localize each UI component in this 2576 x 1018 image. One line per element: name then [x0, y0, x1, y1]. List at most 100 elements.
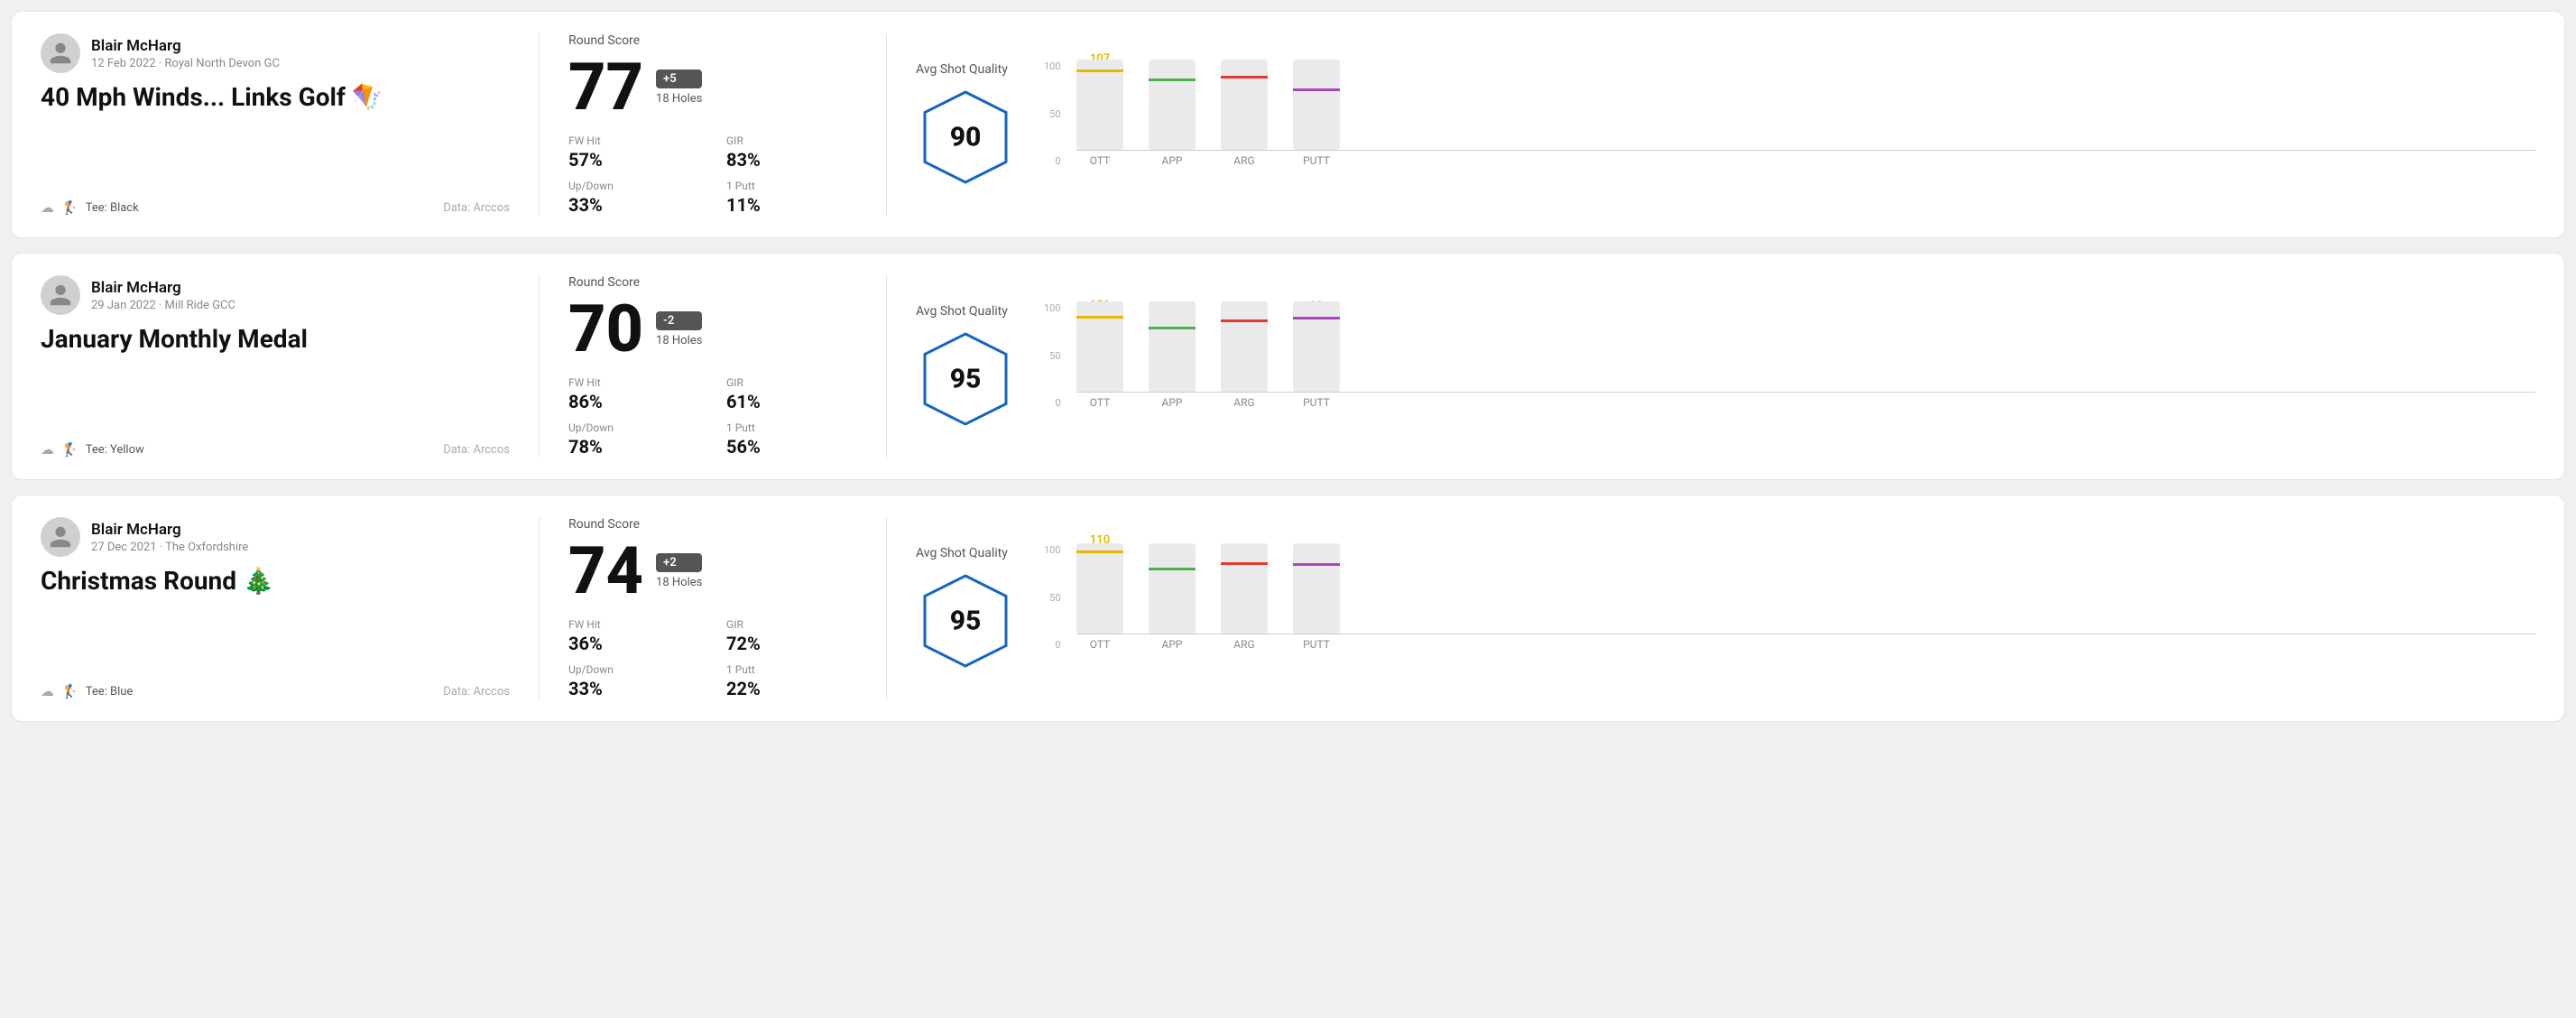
- bar-bg: [1293, 301, 1340, 392]
- bar-bg: [1149, 301, 1196, 392]
- bar-axis-label: OTT: [1076, 396, 1123, 409]
- y-label-0: 0: [1055, 397, 1060, 409]
- user-date: 12 Feb 2022 · Royal North Devon GC: [91, 57, 280, 70]
- gir-value: 83%: [726, 149, 857, 171]
- quality-section: Avg Shot Quality 95 100 50 0 110: [916, 517, 2535, 699]
- bar-fill: [1149, 568, 1196, 634]
- score-badge: -2 18 Holes: [656, 311, 702, 347]
- bar-bg: [1293, 60, 1340, 150]
- gir-label: GIR: [726, 618, 857, 631]
- card-left: Blair McHarg 29 Jan 2022 · Mill Ride GCC…: [41, 275, 510, 458]
- bar-bg: [1076, 543, 1123, 634]
- oneputt-value: 22%: [726, 678, 857, 699]
- chart-bar-group: 95: [1221, 543, 1268, 634]
- oneputt-label: 1 Putt: [726, 421, 857, 434]
- stats-grid: FW Hit 36% GIR 72% Up/Down 33% 1 Putt 22…: [568, 618, 857, 699]
- data-source: Data: Arccos: [443, 201, 510, 215]
- chart-bar-group: 99: [1293, 301, 1340, 392]
- bar-bg: [1221, 301, 1268, 392]
- gir-label: GIR: [726, 134, 857, 147]
- round-score-label: Round Score: [568, 275, 857, 290]
- user-name: Blair McHarg: [91, 279, 235, 297]
- divider-2: [886, 275, 887, 458]
- tee-label: Tee: Yellow: [86, 443, 144, 457]
- bar-axis-label: OTT: [1076, 638, 1123, 651]
- user-name: Blair McHarg: [91, 37, 280, 55]
- quality-left: Avg Shot Quality 95: [916, 304, 1015, 429]
- chart-bar-group: 82: [1293, 60, 1340, 150]
- divider-2: [886, 517, 887, 699]
- divider-1: [539, 275, 540, 458]
- card-footer: ☁ 🏌 Tee: Yellow Data: Arccos: [41, 441, 510, 458]
- hex-score: 95: [950, 606, 982, 637]
- score-row: 74 +2 18 Holes: [568, 539, 857, 604]
- gir-value: 61%: [726, 391, 857, 412]
- gir-value: 72%: [726, 633, 857, 654]
- bar-axis-label: APP: [1149, 396, 1196, 409]
- bar-fill: [1221, 76, 1268, 150]
- hex-score: 90: [950, 122, 982, 153]
- updown-stat: Up/Down 78%: [568, 421, 699, 458]
- updown-stat: Up/Down 33%: [568, 663, 699, 699]
- card-left: Blair McHarg 12 Feb 2022 · Royal North D…: [41, 33, 510, 216]
- bar-bg: [1221, 543, 1268, 634]
- bar-fill: [1221, 319, 1268, 392]
- stats-section: Round Score 77 +5 18 Holes FW Hit 57% GI…: [568, 33, 857, 216]
- bar-axis-label: ARG: [1221, 154, 1268, 167]
- bar-axis-label: ARG: [1221, 396, 1268, 409]
- quality-left: Avg Shot Quality 95: [916, 546, 1015, 671]
- round-card: Blair McHarg 29 Jan 2022 · Mill Ride GCC…: [11, 253, 2565, 480]
- bar-bg: [1149, 60, 1196, 150]
- stats-grid: FW Hit 86% GIR 61% Up/Down 78% 1 Putt 56…: [568, 376, 857, 458]
- quality-left: Avg Shot Quality 90: [916, 62, 1015, 187]
- chart-bar-group: 101: [1076, 301, 1123, 392]
- user-info: Blair McHarg 12 Feb 2022 · Royal North D…: [41, 33, 510, 73]
- user-icon: [48, 41, 73, 66]
- fw-hit-value: 36%: [568, 633, 699, 654]
- score-diff: +2: [656, 553, 702, 572]
- round-card: Blair McHarg 27 Dec 2021 · The Oxfordshi…: [11, 495, 2565, 722]
- quality-label: Avg Shot Quality: [916, 546, 1008, 560]
- tee-bag-icon: 🏌: [61, 683, 78, 699]
- chart-bar-group: 98: [1221, 60, 1268, 150]
- hexagon-container: 95: [916, 329, 1015, 429]
- bar-fill: [1076, 551, 1123, 634]
- avatar: [41, 517, 80, 557]
- updown-label: Up/Down: [568, 421, 699, 434]
- bar-axis-label: PUTT: [1293, 154, 1340, 167]
- data-source: Data: Arccos: [443, 443, 510, 457]
- y-label-0: 0: [1055, 639, 1060, 651]
- oneputt-value: 11%: [726, 194, 857, 216]
- y-label-50: 50: [1049, 350, 1060, 362]
- fw-hit-label: FW Hit: [568, 376, 699, 389]
- fw-hit-stat: FW Hit 86%: [568, 376, 699, 412]
- tee-label: Tee: Black: [86, 201, 139, 215]
- bar-fill: [1293, 88, 1340, 150]
- round-card: Blair McHarg 12 Feb 2022 · Royal North D…: [11, 11, 2565, 238]
- stats-section: Round Score 74 +2 18 Holes FW Hit 36% GI…: [568, 517, 857, 699]
- round-title: January Monthly Medal: [41, 324, 510, 354]
- bar-bg: [1293, 543, 1340, 634]
- gir-stat: GIR 61%: [726, 376, 857, 412]
- bar-fill: [1293, 317, 1340, 392]
- stats-grid: FW Hit 57% GIR 83% Up/Down 33% 1 Putt 11…: [568, 134, 857, 216]
- quality-section: Avg Shot Quality 90 100 50 0 107: [916, 33, 2535, 216]
- weather-icon: ☁: [41, 683, 54, 699]
- oneputt-label: 1 Putt: [726, 663, 857, 676]
- oneputt-value: 56%: [726, 436, 857, 458]
- user-name: Blair McHarg: [91, 521, 248, 539]
- avatar: [41, 275, 80, 315]
- user-icon: [48, 282, 73, 308]
- tee-label: Tee: Blue: [86, 685, 134, 699]
- bar-fill: [1149, 327, 1196, 392]
- gir-stat: GIR 83%: [726, 134, 857, 171]
- y-label-50: 50: [1049, 592, 1060, 604]
- bar-axis-label: ARG: [1221, 638, 1268, 651]
- round-title: Christmas Round 🎄: [41, 566, 510, 596]
- bar-fill: [1076, 316, 1123, 392]
- score-diff: +5: [656, 69, 702, 88]
- round-score-label: Round Score: [568, 517, 857, 532]
- divider-2: [886, 33, 887, 216]
- tee-info: ☁ 🏌 Tee: Black: [41, 199, 139, 216]
- score-badge: +5 18 Holes: [656, 69, 702, 106]
